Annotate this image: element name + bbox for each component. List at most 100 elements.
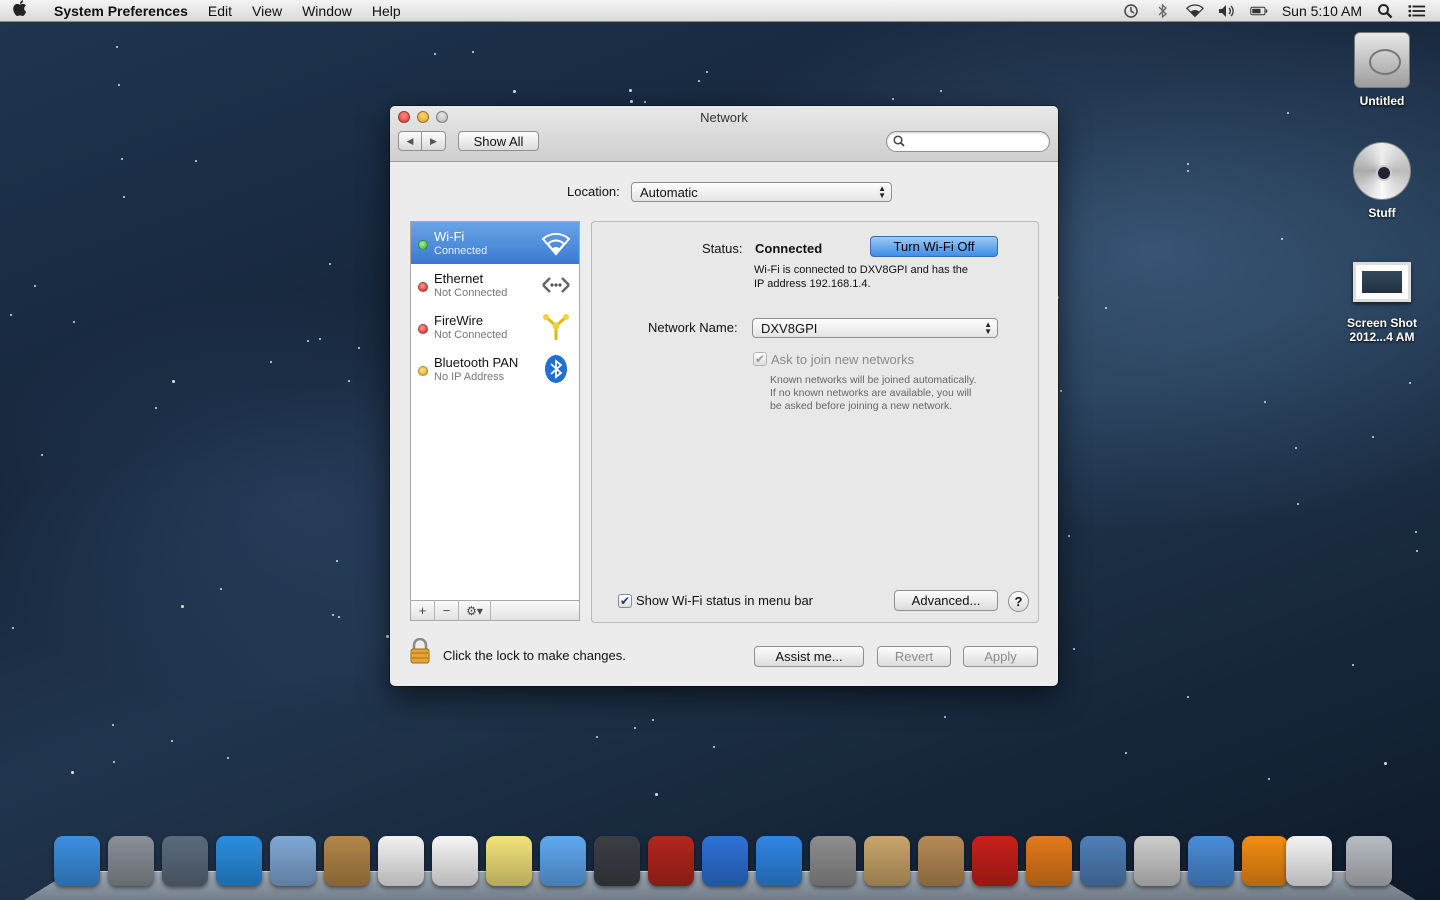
dock-vlc-icon[interactable] xyxy=(1242,836,1288,886)
back-button[interactable]: ◀ xyxy=(398,131,422,151)
dock-documents-stack-icon[interactable] xyxy=(1286,836,1332,886)
menu-help[interactable]: Help xyxy=(362,3,411,19)
star xyxy=(118,84,120,86)
desktop-icon-screenshot[interactable]: Screen Shot 2012...4 AM xyxy=(1332,262,1432,344)
location-popup[interactable]: Automatic ▲ ▼ xyxy=(631,182,892,202)
dock-contacts-icon[interactable] xyxy=(324,836,370,886)
dock-safari-icon[interactable] xyxy=(216,836,262,886)
dock-trash-icon[interactable] xyxy=(1346,836,1392,886)
desktop-icon-label: Stuff xyxy=(1368,206,1396,220)
star xyxy=(652,719,654,721)
star xyxy=(307,340,309,342)
menu-view[interactable]: View xyxy=(242,3,292,19)
show-wifi-status-checkbox[interactable]: ✔ xyxy=(618,594,632,608)
status-dot-red-icon xyxy=(418,324,428,334)
service-item-wifi[interactable]: Wi-Fi Connected xyxy=(411,222,579,264)
dock-archive-utility-icon[interactable] xyxy=(864,836,910,886)
assist-me-button[interactable]: Assist me... xyxy=(754,646,864,667)
star xyxy=(944,716,946,718)
turn-wifi-off-button[interactable]: Turn Wi-Fi Off xyxy=(870,236,998,257)
star xyxy=(171,740,173,742)
time-machine-icon[interactable] xyxy=(1122,3,1140,19)
window-titlebar[interactable]: Network ◀ ▶ Show All xyxy=(390,106,1058,162)
apply-button[interactable]: Apply xyxy=(963,646,1038,667)
service-item-ethernet[interactable]: Ethernet Not Connected xyxy=(411,264,579,306)
dock-apps xyxy=(54,836,1288,886)
dock-messages-icon[interactable] xyxy=(540,836,586,886)
show-all-button[interactable]: Show All xyxy=(458,131,539,151)
ask-to-join-checkbox[interactable]: ✔ xyxy=(753,352,767,366)
star xyxy=(1125,752,1127,754)
dock-itunes-icon[interactable] xyxy=(702,836,748,886)
service-status: Not Connected xyxy=(434,287,508,299)
network-name-popup[interactable]: DXV8GPI ▲ ▼ xyxy=(752,318,998,338)
star xyxy=(12,627,14,629)
search-input[interactable] xyxy=(886,131,1050,152)
dock-compress-icon[interactable] xyxy=(918,836,964,886)
star xyxy=(116,46,118,48)
dock-finder-icon[interactable] xyxy=(54,836,100,886)
dock-reminders-icon[interactable] xyxy=(432,836,478,886)
dock-calendar-icon[interactable] xyxy=(378,836,424,886)
dock-disk-utility-icon[interactable] xyxy=(1134,836,1180,886)
dock-facetime-icon[interactable] xyxy=(594,836,640,886)
ethernet-icon xyxy=(541,270,571,300)
service-item-firewire[interactable]: FireWire Not Connected xyxy=(411,306,579,348)
star xyxy=(73,321,75,323)
menu-clock[interactable]: Sun 5:10 AM xyxy=(1282,3,1362,19)
dock-filezilla-icon[interactable] xyxy=(972,836,1018,886)
dock-mail-icon[interactable] xyxy=(270,836,316,886)
star xyxy=(1068,535,1070,537)
star xyxy=(121,158,123,160)
bluetooth-menu-icon[interactable] xyxy=(1154,3,1172,19)
dock-photo-booth-icon[interactable] xyxy=(648,836,694,886)
battery-icon[interactable] xyxy=(1250,3,1268,19)
star xyxy=(706,71,708,73)
help-button[interactable]: ? xyxy=(1008,591,1029,612)
star xyxy=(1264,401,1266,403)
star xyxy=(1281,238,1283,240)
star xyxy=(172,380,175,383)
star xyxy=(123,196,125,198)
status-dot-yellow-icon xyxy=(418,366,428,376)
dock-app-store-icon[interactable] xyxy=(756,836,802,886)
ask-to-join-description-line: If no known networks are available, you … xyxy=(770,387,972,399)
network-name-label: Network Name: xyxy=(648,320,738,335)
network-name-value: DXV8GPI xyxy=(761,320,818,336)
star xyxy=(155,407,157,409)
dock-launchpad-icon[interactable] xyxy=(108,836,154,886)
service-item-bluetooth-pan[interactable]: Bluetooth PAN No IP Address xyxy=(411,348,579,390)
dock-system-preferences-icon[interactable] xyxy=(810,836,856,886)
lock-icon[interactable] xyxy=(410,637,430,664)
status-label: Status: xyxy=(702,241,743,256)
star xyxy=(113,761,115,763)
apple-menu-icon[interactable] xyxy=(0,0,40,21)
dock-remote-desktop-icon[interactable] xyxy=(1080,836,1126,886)
firewire-icon xyxy=(541,312,571,342)
revert-button[interactable]: Revert xyxy=(877,646,951,667)
desktop-icon-untitled[interactable]: Untitled xyxy=(1332,32,1432,108)
menu-edit[interactable]: Edit xyxy=(198,3,242,19)
add-service-button[interactable]: + xyxy=(411,601,435,620)
dock-notes-icon[interactable] xyxy=(486,836,532,886)
volume-icon[interactable] xyxy=(1218,3,1236,19)
spotlight-icon[interactable] xyxy=(1376,3,1394,19)
star xyxy=(227,757,229,759)
advanced-button[interactable]: Advanced... xyxy=(894,590,998,611)
star xyxy=(634,727,636,729)
menu-app-name[interactable]: System Preferences xyxy=(40,3,198,19)
dock-firefox-icon[interactable] xyxy=(1026,836,1072,886)
wifi-menu-icon[interactable] xyxy=(1185,3,1204,19)
status-description: Wi-Fi is connected to DXV8GPI and has th… xyxy=(754,263,1004,291)
gear-icon[interactable]: ⚙▾ xyxy=(459,601,491,620)
star xyxy=(434,53,436,55)
remove-service-button[interactable]: − xyxy=(435,601,459,620)
notification-center-icon[interactable] xyxy=(1408,3,1426,19)
star xyxy=(644,101,646,103)
forward-button[interactable]: ▶ xyxy=(422,131,446,151)
dock-mission-control-icon[interactable] xyxy=(162,836,208,886)
menu-window[interactable]: Window xyxy=(292,3,362,19)
star xyxy=(1268,778,1270,780)
desktop-icon-stuff[interactable]: Stuff xyxy=(1332,142,1432,220)
dock-automator-icon[interactable] xyxy=(1188,836,1234,886)
